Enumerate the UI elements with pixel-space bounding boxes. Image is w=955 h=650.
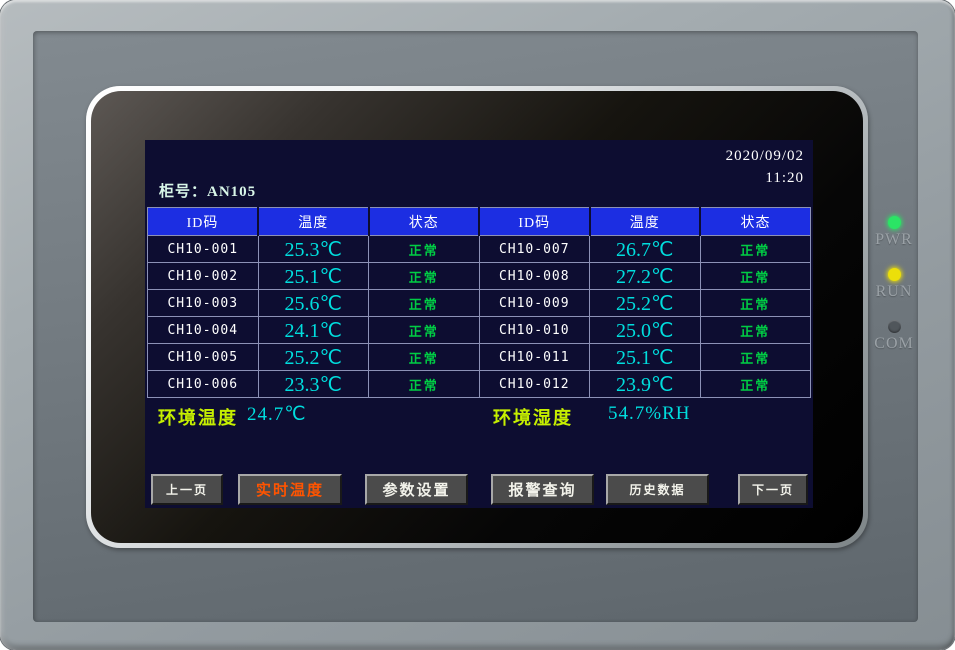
table-row: CH10-00125.3℃正常CH10-00726.7℃正常	[148, 236, 811, 263]
lcd-display: 2020/09/02 11:20 柜号：AN105 ID码温度状态ID码温度状态…	[145, 140, 813, 508]
temperature-cell: 26.7℃	[590, 236, 701, 263]
temperature-cell: 27.2℃	[590, 263, 701, 290]
table-row: CH10-00424.1℃正常CH10-01025.0℃正常	[148, 317, 811, 344]
table-row: CH10-00623.3℃正常CH10-01223.9℃正常	[148, 371, 811, 398]
status-cell: 正常	[700, 371, 811, 398]
status-cell: 正常	[369, 263, 480, 290]
table-row: CH10-00225.1℃正常CH10-00827.2℃正常	[148, 263, 811, 290]
column-header: 状态	[700, 208, 811, 236]
run-led-icon	[888, 268, 901, 281]
next-page-button[interactable]: 下一页	[738, 474, 808, 505]
nav-button-bar: 上一页实时温度参数设置报警查询历史数据下一页	[145, 474, 813, 505]
cabinet-id-label: 柜号：AN105	[159, 180, 256, 201]
channel-id-cell: CH10-008	[479, 263, 590, 290]
prev-page-button[interactable]: 上一页	[151, 474, 223, 505]
temperature-cell: 24.1℃	[258, 317, 369, 344]
hmi-device: 2020/09/02 11:20 柜号：AN105 ID码温度状态ID码温度状态…	[0, 0, 955, 650]
status-cell: 正常	[700, 344, 811, 371]
channel-id-cell: CH10-005	[148, 344, 259, 371]
column-header: 温度	[590, 208, 701, 236]
status-cell: 正常	[369, 290, 480, 317]
led-indicator-strip: PWR RUN COM	[866, 216, 922, 372]
status-cell: 正常	[369, 317, 480, 344]
com-led-icon	[888, 320, 901, 333]
param-settings-button[interactable]: 参数设置	[365, 474, 468, 505]
temperature-cell: 25.2℃	[590, 290, 701, 317]
channel-id-cell: CH10-011	[479, 344, 590, 371]
status-cell: 正常	[700, 263, 811, 290]
channel-id-cell: CH10-006	[148, 371, 259, 398]
sensor-table: ID码温度状态ID码温度状态 CH10-00125.3℃正常CH10-00726…	[147, 207, 811, 398]
ambient-temp-value: 24.7℃	[247, 403, 307, 426]
com-led-label: COM	[866, 335, 922, 353]
pwr-led-icon	[888, 216, 901, 229]
temperature-cell: 25.6℃	[258, 290, 369, 317]
temperature-cell: 25.2℃	[258, 344, 369, 371]
realtime-temp-button[interactable]: 实时温度	[238, 474, 342, 505]
indicator-com: COM	[866, 320, 922, 372]
ambient-humidity-value: 54.7%RH	[608, 403, 690, 425]
status-cell: 正常	[369, 236, 480, 263]
temperature-cell: 25.1℃	[590, 344, 701, 371]
temperature-cell: 23.3℃	[258, 371, 369, 398]
temperature-cell: 25.3℃	[258, 236, 369, 263]
time-display: 11:20	[726, 167, 804, 189]
channel-id-cell: CH10-007	[479, 236, 590, 263]
lcd-header: 2020/09/02 11:20 柜号：AN105	[145, 140, 813, 207]
column-header: ID码	[479, 208, 590, 236]
column-header: 状态	[369, 208, 480, 236]
table-header-row: ID码温度状态ID码温度状态	[148, 208, 811, 236]
history-data-button[interactable]: 历史数据	[606, 474, 709, 505]
channel-id-cell: CH10-012	[479, 371, 590, 398]
channel-id-cell: CH10-009	[479, 290, 590, 317]
column-header: ID码	[148, 208, 259, 236]
run-led-label: RUN	[866, 283, 922, 301]
status-cell: 正常	[369, 371, 480, 398]
indicator-pwr: PWR	[866, 216, 922, 268]
channel-id-cell: CH10-004	[148, 317, 259, 344]
table-row: CH10-00525.2℃正常CH10-01125.1℃正常	[148, 344, 811, 371]
temperature-cell: 25.0℃	[590, 317, 701, 344]
table-body: CH10-00125.3℃正常CH10-00726.7℃正常CH10-00225…	[148, 236, 811, 398]
environment-readings: 环境温度 24.7℃ 环境湿度 54.7%RH	[145, 398, 813, 440]
channel-id-cell: CH10-002	[148, 263, 259, 290]
datetime-display: 2020/09/02 11:20	[726, 145, 804, 189]
pwr-led-label: PWR	[866, 231, 922, 249]
status-cell: 正常	[369, 344, 480, 371]
status-cell: 正常	[700, 236, 811, 263]
column-header: 温度	[258, 208, 369, 236]
temperature-cell: 23.9℃	[590, 371, 701, 398]
channel-id-cell: CH10-010	[479, 317, 590, 344]
ambient-temp-label: 环境温度	[158, 404, 238, 430]
channel-id-cell: CH10-001	[148, 236, 259, 263]
indicator-run: RUN	[866, 268, 922, 320]
table-row: CH10-00325.6℃正常CH10-00925.2℃正常	[148, 290, 811, 317]
status-cell: 正常	[700, 317, 811, 344]
ambient-humidity-label: 环境湿度	[493, 404, 573, 430]
date-display: 2020/09/02	[726, 145, 804, 167]
channel-id-cell: CH10-003	[148, 290, 259, 317]
temperature-cell: 25.1℃	[258, 263, 369, 290]
status-cell: 正常	[700, 290, 811, 317]
alarm-query-button[interactable]: 报警查询	[491, 474, 594, 505]
